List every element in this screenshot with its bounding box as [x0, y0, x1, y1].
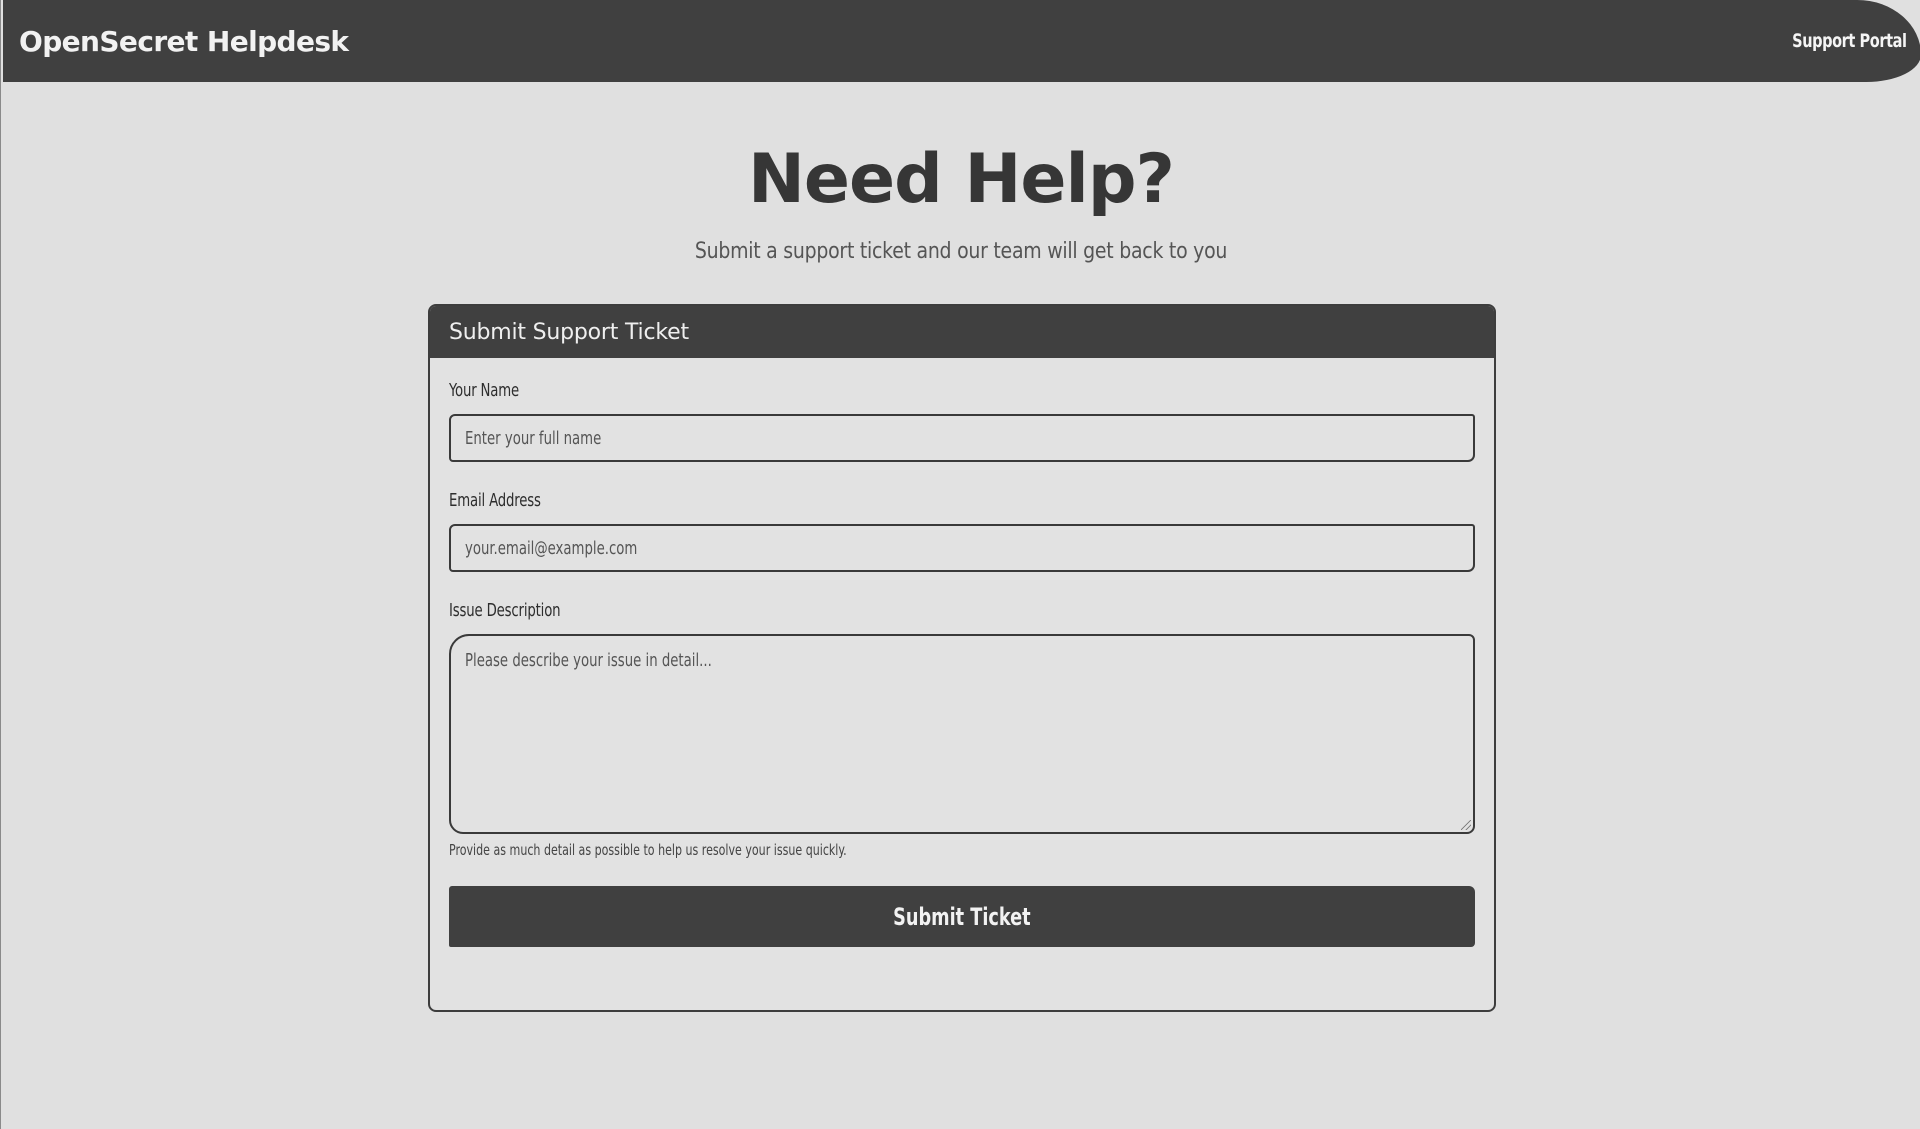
- support-portal-link[interactable]: Support Portal: [1793, 30, 1908, 52]
- form-header: Submit Support Ticket: [430, 306, 1494, 358]
- email-placeholder: your.email@example.com: [465, 537, 638, 559]
- email-input[interactable]: your.email@example.com: [449, 524, 1475, 572]
- email-label: Email Address: [449, 490, 541, 511]
- description-label: Issue Description: [449, 600, 561, 621]
- submit-ticket-button[interactable]: Submit Ticket: [449, 886, 1475, 947]
- resize-handle-icon[interactable]: [1461, 820, 1471, 830]
- page-subtitle: Submit a support ticket and our team wil…: [694, 239, 1228, 264]
- submit-ticket-label: Submit Ticket: [893, 902, 1031, 931]
- hero: Need Help? Submit a support ticket and o…: [1, 140, 1920, 264]
- page: OpenSecret Helpdesk Support Portal Need …: [0, 0, 1920, 1129]
- form-body: Your Name Enter your full name Email Add…: [430, 358, 1494, 947]
- navbar: OpenSecret Helpdesk Support Portal: [3, 0, 1920, 82]
- description-placeholder: Please describe your issue in detail...: [465, 650, 712, 671]
- name-input[interactable]: Enter your full name: [449, 414, 1475, 462]
- name-label: Your Name: [449, 380, 520, 401]
- name-placeholder: Enter your full name: [465, 427, 602, 449]
- ticket-form-card: Submit Support Ticket Your Name Enter yo…: [428, 304, 1496, 1012]
- description-help-text: Provide as much detail as possible to he…: [449, 841, 847, 859]
- page-title: Need Help?: [748, 140, 1175, 219]
- description-textarea[interactable]: Please describe your issue in detail...: [449, 634, 1475, 834]
- brand-title[interactable]: OpenSecret Helpdesk: [19, 25, 349, 58]
